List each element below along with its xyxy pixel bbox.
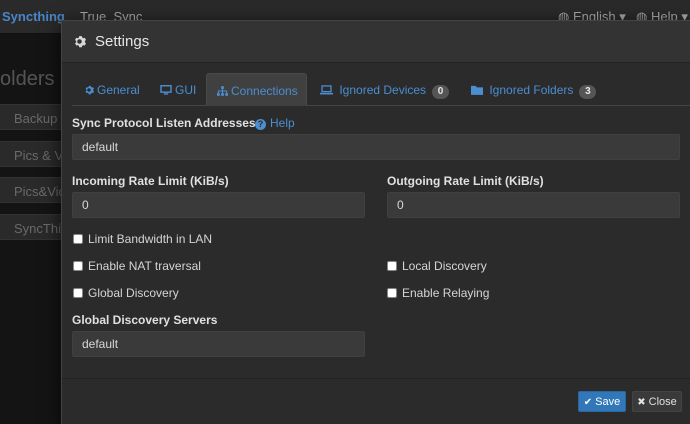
enable-relaying-checkbox[interactable]: Enable Relaying: [387, 286, 489, 300]
nat-traversal-checkbox[interactable]: Enable NAT traversal: [73, 259, 201, 273]
close-icon: ✖: [637, 396, 646, 408]
incoming-rate-label: Incoming Rate Limit (KiB/s): [72, 174, 229, 188]
listen-addresses-label: Sync Protocol Listen Addresses: [72, 116, 256, 130]
tab-connections[interactable]: Connections: [206, 73, 307, 106]
help-link[interactable]: ? Help: [255, 116, 295, 130]
outgoing-rate-label: Outgoing Rate Limit (KiB/s): [387, 174, 544, 188]
global-discovery-servers-input[interactable]: [72, 331, 365, 357]
folder-item: Backup: [0, 104, 62, 130]
listen-addresses-input[interactable]: [72, 134, 680, 160]
checkbox-box[interactable]: [73, 234, 83, 244]
desktop-icon: [160, 85, 172, 95]
tab-gui[interactable]: GUI: [160, 73, 196, 106]
folder-item: SyncThi: [0, 214, 62, 240]
tab-label: Connections: [231, 84, 298, 98]
save-button[interactable]: ✔ Save: [578, 391, 626, 412]
modal-title: Settings: [95, 33, 150, 50]
limit-bandwidth-lan-checkbox[interactable]: Limit Bandwidth in LAN: [73, 232, 212, 246]
ignored-devices-count-badge: 0: [432, 85, 450, 99]
checkbox-box[interactable]: [387, 288, 397, 298]
settings-modal: Settings General GUI Connections Ignored…: [61, 20, 690, 424]
tab-general[interactable]: General: [84, 73, 140, 106]
folder-item: Pics&Vid: [0, 177, 62, 203]
close-button[interactable]: ✖ Close: [632, 391, 682, 412]
question-circle-icon: ?: [255, 119, 266, 130]
checkbox-box[interactable]: [387, 261, 397, 271]
sitemap-icon: [217, 86, 228, 96]
tab-ignored-devices[interactable]: Ignored Devices 0: [320, 73, 450, 106]
settings-tabs: General GUI Connections Ignored Devices 0…: [72, 73, 690, 106]
checkbox-box[interactable]: [73, 288, 83, 298]
incoming-rate-input[interactable]: [72, 192, 365, 218]
tab-label: General: [97, 83, 140, 97]
tab-label: GUI: [175, 83, 197, 97]
modal-footer: ✔ Save ✖ Close: [62, 378, 690, 424]
folder-icon: [471, 85, 483, 95]
tab-label: Ignored Devices: [339, 83, 427, 97]
gear-icon: [85, 85, 94, 95]
global-discovery-checkbox[interactable]: Global Discovery: [73, 286, 179, 300]
tab-label: Ignored Folders: [489, 83, 574, 97]
gear-icon: [75, 36, 86, 48]
check-icon: ✔: [583, 396, 593, 408]
local-discovery-checkbox[interactable]: Local Discovery: [387, 259, 487, 273]
ignored-folders-count-badge: 3: [579, 85, 597, 99]
laptop-icon: [320, 85, 333, 95]
checkbox-box[interactable]: [73, 261, 83, 271]
global-discovery-servers-label: Global Discovery Servers: [72, 313, 218, 327]
modal-header: Settings: [62, 21, 690, 63]
outgoing-rate-input[interactable]: [387, 192, 680, 218]
folder-item: Pics & Vi: [0, 141, 62, 167]
tab-ignored-folders[interactable]: Ignored Folders 3: [471, 73, 597, 106]
brand-logo[interactable]: Syncthing: [2, 9, 65, 24]
